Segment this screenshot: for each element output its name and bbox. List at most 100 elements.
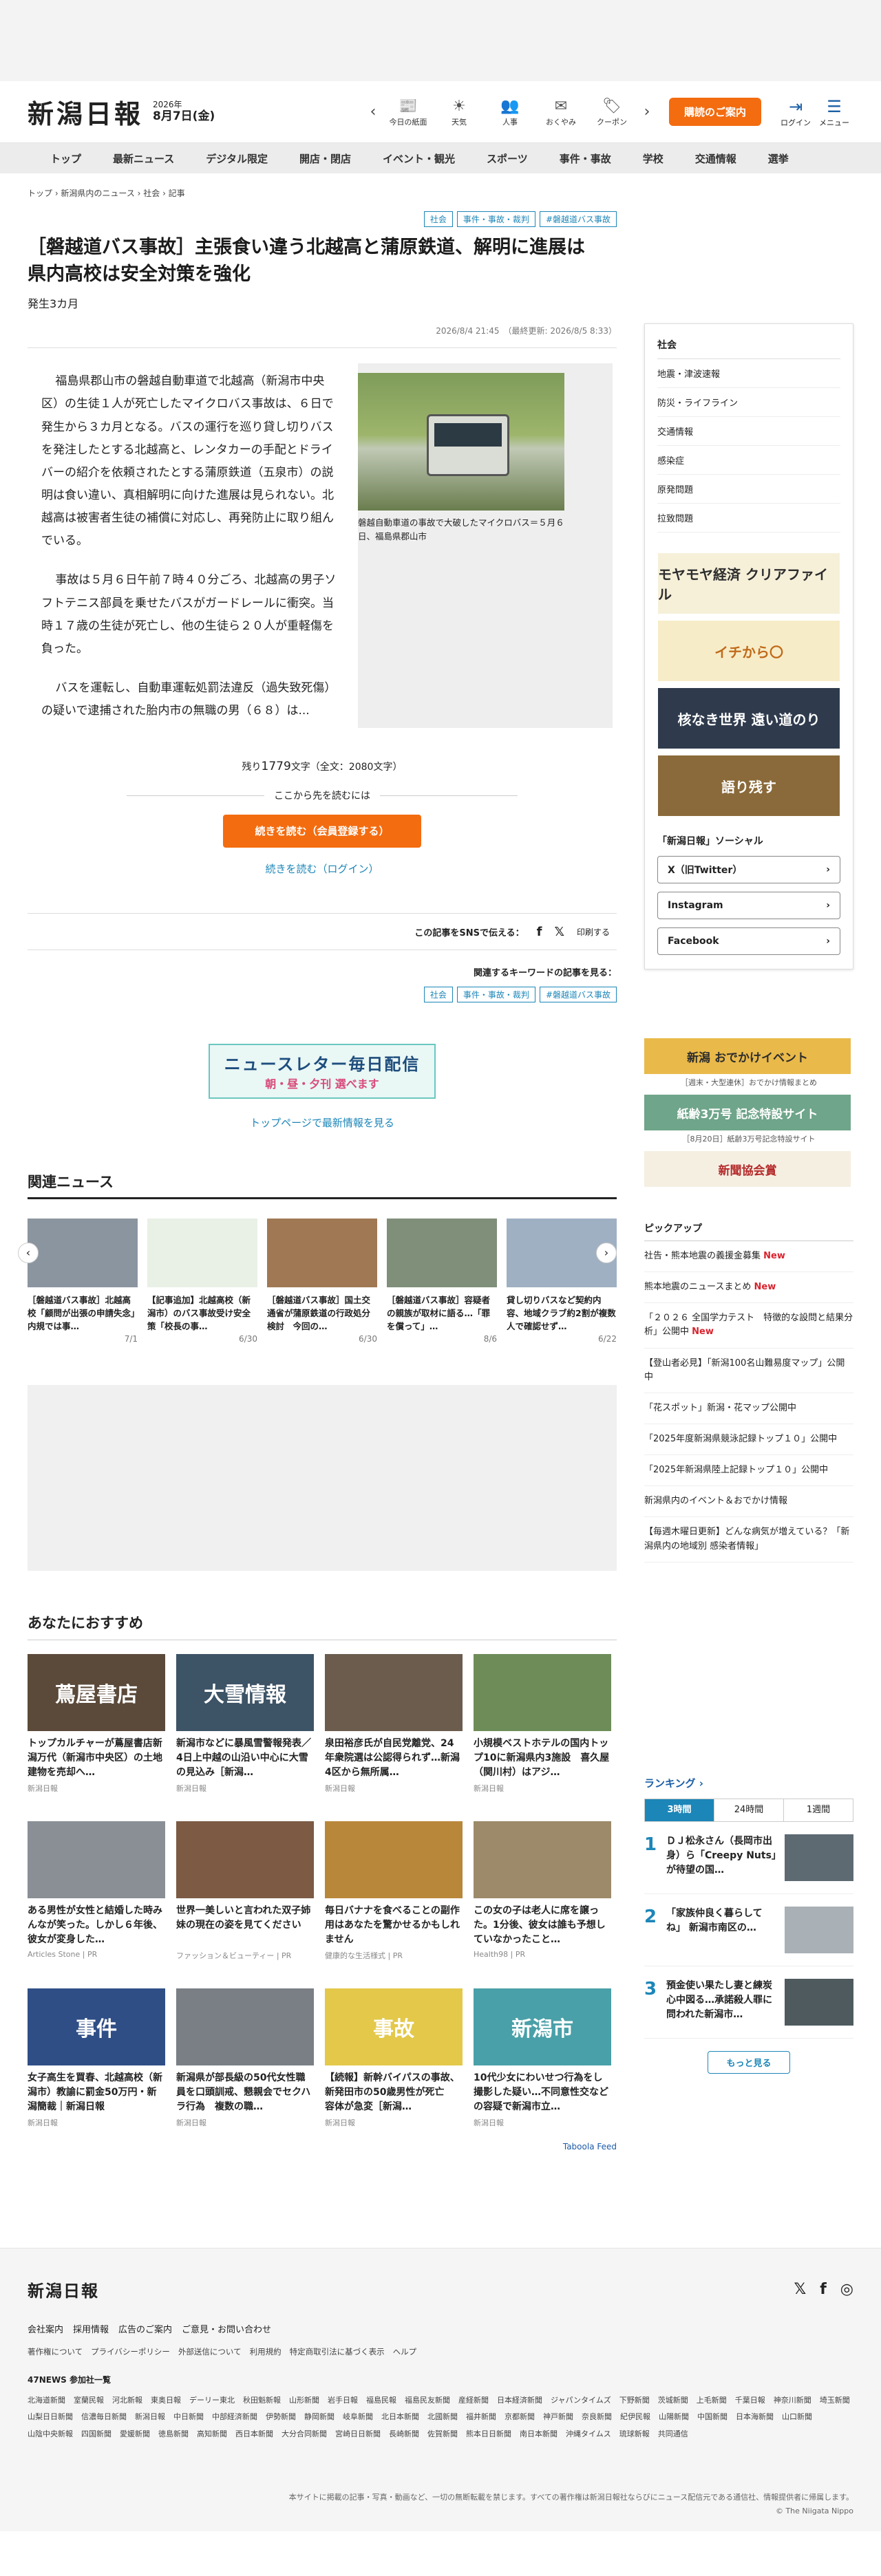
sidebar-banner[interactable]: 核なき世界 遠い道のり	[658, 688, 840, 749]
print-button[interactable]: 印刷する	[577, 926, 610, 938]
sidebar-banner[interactable]: 語り残す	[658, 755, 840, 816]
pickup-link[interactable]: 社告・熊本地震の義援金募集 New	[644, 1241, 853, 1273]
partner-paper-link[interactable]: 西日本新聞	[235, 2426, 273, 2443]
partner-paper-link[interactable]: 新潟日報	[135, 2409, 165, 2425]
pickup-link[interactable]: 熊本地震のニュースまとめ New	[644, 1272, 853, 1304]
partner-paper-link[interactable]: 静岡新聞	[304, 2409, 335, 2425]
ranking-tab-24h[interactable]: 24時間	[714, 1799, 784, 1821]
shortcut-newspaper[interactable]: 📰 今日の紙面	[384, 97, 432, 127]
category-link[interactable]: 交通情報	[657, 417, 840, 446]
footer-policy-link[interactable]: 特定商取引法に基づく表示	[290, 2346, 385, 2357]
shortcut-obituary[interactable]: ✉ おくやみ	[537, 97, 585, 127]
sns-link-button[interactable]: X（旧Twitter） ›	[657, 856, 840, 883]
partner-paper-link[interactable]: ジャパンタイムズ	[551, 2392, 611, 2409]
partner-paper-link[interactable]: 南日本新聞	[520, 2426, 558, 2443]
partner-paper-link[interactable]: 中国新聞	[697, 2409, 728, 2425]
footer-policy-link[interactable]: 利用規約	[250, 2346, 282, 2357]
partner-paper-link[interactable]: 千葉日報	[735, 2392, 765, 2409]
newsletter-banner[interactable]: ニュースレター毎日配信 朝・昼・夕刊 選べます	[209, 1044, 436, 1099]
partner-paper-link[interactable]: 福井新聞	[466, 2409, 496, 2425]
partner-paper-link[interactable]: 徳島新聞	[158, 2426, 189, 2443]
gnav-school[interactable]: 学校	[627, 151, 679, 166]
instagram-icon[interactable]: ◎	[840, 2281, 853, 2298]
pickup-link[interactable]: 【登山者必見】「新潟100名山難易度マップ」公開中	[644, 1349, 853, 1393]
sidebar-banner[interactable]: イチから〇	[658, 621, 840, 681]
gnav-shops[interactable]: 開店・閉店	[284, 151, 367, 166]
shortcut-personnel[interactable]: 👥 人事	[486, 97, 534, 127]
category-link[interactable]: 感染症	[657, 446, 840, 475]
tag-society[interactable]: 社会	[423, 211, 453, 227]
tag-incident[interactable]: 事件・事故・裁判	[456, 211, 535, 227]
gnav-events[interactable]: イベント・観光	[367, 151, 471, 166]
pickup-link[interactable]: 【毎週木曜日更新】どんな病気が増えている？「新潟県内の地域別 感染者情報」	[644, 1517, 853, 1563]
footer-policy-link[interactable]: ヘルプ	[393, 2346, 417, 2357]
recommend-card[interactable]: 泉田裕彦氏が自民党離党、24年衆院選は公認得られず…新潟4区から無所属… 新潟日報	[325, 1654, 463, 1794]
footer-link[interactable]: 広告のご案内	[118, 2322, 172, 2335]
pickup-link[interactable]: 「花スポット」新潟・花マップ公開中	[644, 1393, 853, 1424]
shortcut-prev-icon[interactable]: ‹	[365, 103, 381, 120]
partner-paper-link[interactable]: 山形新聞	[289, 2392, 319, 2409]
login-button[interactable]: ⇥ ログイン	[776, 96, 815, 128]
partner-paper-link[interactable]: 信濃毎日新聞	[81, 2409, 127, 2425]
gnav-top[interactable]: トップ	[34, 151, 97, 166]
partner-paper-link[interactable]: 山口新聞	[782, 2409, 812, 2425]
partner-paper-link[interactable]: 岩手日報	[328, 2392, 358, 2409]
partner-paper-link[interactable]: 佐賀新聞	[427, 2426, 458, 2443]
pickup-link[interactable]: 新潟県内のイベント＆おでかけ情報	[644, 1486, 853, 1518]
footer-link[interactable]: 採用情報	[73, 2322, 109, 2335]
partner-paper-link[interactable]: 奈良新聞	[582, 2409, 612, 2425]
recommend-card[interactable]: 新潟県が部長級の50代女性職員を口頭訓戒、懇親会でセクハラ行為 複数の職… 新潟日…	[176, 1988, 314, 2128]
subscribe-button[interactable]: 購読のご案内	[668, 98, 761, 126]
article-photo[interactable]	[358, 373, 564, 511]
partner-paper-link[interactable]: 山梨日日新聞	[28, 2409, 73, 2425]
partner-paper-link[interactable]: 愛媛新聞	[120, 2426, 150, 2443]
partner-paper-link[interactable]: 福島民友新聞	[405, 2392, 450, 2409]
partner-paper-link[interactable]: 埼玉新聞	[820, 2392, 850, 2409]
recommend-card[interactable]: ある男性が女性と結婚した時みんなが笑った。しかし６年後、彼女が変身した… Arti…	[28, 1821, 165, 1961]
category-link[interactable]: 地震・津波速報	[657, 359, 840, 388]
login-continue-link[interactable]: 続きを読む（ログイン）	[28, 861, 617, 876]
recommend-card[interactable]: 新潟市 10代少女にわいせつ行為をし撮影した疑い…不同意性交などの容疑で新潟市立……	[474, 1988, 611, 2128]
shortcut-weather[interactable]: ☀ 天気	[435, 97, 483, 127]
shortcut-next-icon[interactable]: ›	[639, 103, 655, 120]
partner-paper-link[interactable]: 共同通信	[658, 2426, 688, 2443]
x-icon[interactable]: 𝕏	[794, 2281, 806, 2298]
partner-paper-link[interactable]: 中日新聞	[173, 2409, 204, 2425]
partner-paper-link[interactable]: 日本経済新聞	[497, 2392, 542, 2409]
facebook-icon[interactable]: f	[820, 2281, 827, 2298]
kw-tag-incident[interactable]: 事件・事故・裁判	[456, 987, 535, 1003]
recommend-card[interactable]: 大雪情報 新潟市などに暴風雪警報発表／4日上中越の山沿い中心に大雪の見込み［新潟……	[176, 1654, 314, 1794]
partner-paper-link[interactable]: 岐阜新聞	[343, 2409, 373, 2425]
recommend-card[interactable]: 事件 女子高生を買春、北越高校（新潟市）教諭に罰金50万円・新潟簡裁｜新潟日報 新潟…	[28, 1988, 165, 2128]
sidebar-wide-banner[interactable]: 新潟 おでかけイベント	[644, 1038, 851, 1074]
category-link[interactable]: 原発問題	[657, 475, 840, 504]
partner-paper-link[interactable]: 琉球新報	[619, 2426, 650, 2443]
partner-paper-link[interactable]: 紀伊民報	[620, 2409, 650, 2425]
recommend-card[interactable]: 世界一美しいと言われた双子姉妹の現在の姿を見てください ファッション＆ビューティー…	[176, 1821, 314, 1961]
shortcut-coupon[interactable]: 🏷 クーポン	[588, 97, 636, 127]
recommend-card[interactable]: 蔦屋書店 トップカルチャーが蔦屋書店新潟万代（新潟市中央区）の土地建物を売却へ… 新…	[28, 1654, 165, 1794]
tag-bus-accident[interactable]: #磐越道バス事故	[539, 211, 617, 227]
partner-paper-link[interactable]: 沖縄タイムス	[566, 2426, 611, 2443]
footer-link[interactable]: ご意見・お問い合わせ	[182, 2322, 271, 2335]
top-page-link[interactable]: トップページで最新情報を見る	[28, 1115, 617, 1130]
gnav-latest[interactable]: 最新ニュース	[97, 151, 190, 166]
partner-paper-link[interactable]: 四国新聞	[81, 2426, 112, 2443]
related-news-card[interactable]: 【記事追加】北越高校（新潟市）のバス事故受け安全策「校長の事… 6/30	[147, 1219, 257, 1344]
partner-paper-link[interactable]: 産経新聞	[458, 2392, 489, 2409]
register-continue-button[interactable]: 続きを読む（会員登録する）	[223, 815, 421, 848]
partner-paper-link[interactable]: 下野新聞	[619, 2392, 650, 2409]
ranking-more-button[interactable]: もっと見る	[708, 2050, 790, 2074]
partner-paper-link[interactable]: 熊本日日新聞	[466, 2426, 511, 2443]
x-share-icon[interactable]: 𝕏	[554, 925, 564, 939]
sns-link-button[interactable]: Instagram ›	[657, 892, 840, 919]
ranking-tab-3h[interactable]: 3時間	[645, 1799, 714, 1821]
partner-paper-link[interactable]: 福島民報	[366, 2392, 396, 2409]
partner-paper-link[interactable]: 北海道新聞	[28, 2392, 65, 2409]
partner-paper-link[interactable]: 高知新聞	[197, 2426, 227, 2443]
site-logo[interactable]: 新潟日報	[28, 93, 143, 131]
partner-paper-link[interactable]: 河北新報	[112, 2392, 142, 2409]
pickup-link[interactable]: 「2025年度新潟県競泳記録トップ１０」公開中	[644, 1424, 853, 1456]
recommend-card[interactable]: 事故 【続報】新幹バイパスの事故、新発田市の50歳男性が死亡 容体が急変［新潟… 新…	[325, 1988, 463, 2128]
ranking-item[interactable]: 2 「家族仲良く暮らしてね」 新潟市南区の…	[644, 1894, 853, 1966]
